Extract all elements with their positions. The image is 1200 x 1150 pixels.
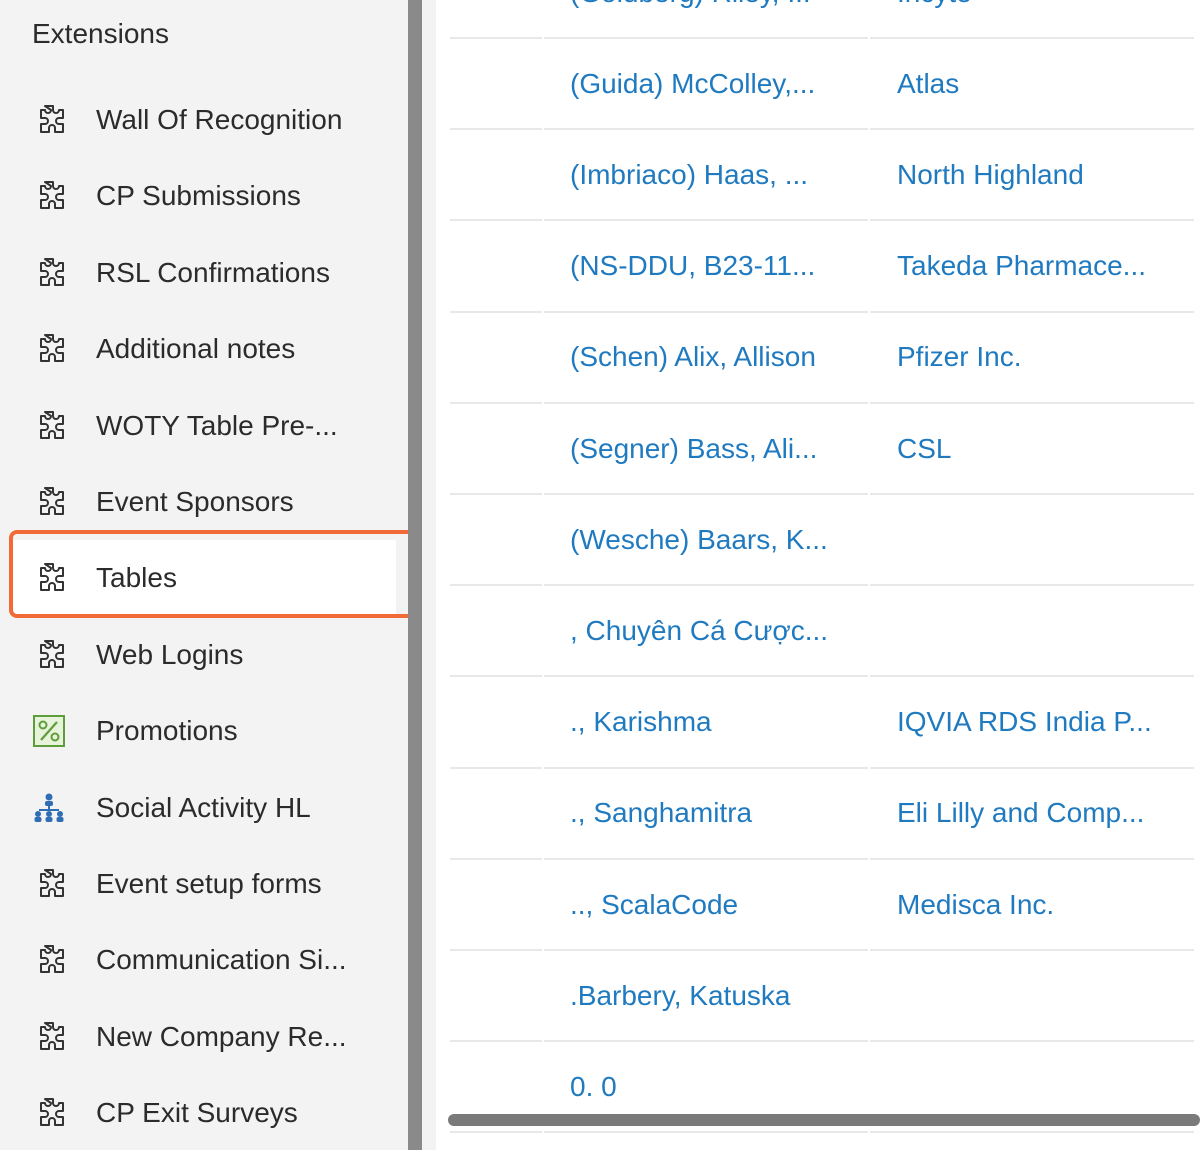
sidebar-item-label: Promotions (96, 715, 238, 747)
company-name-link[interactable]: Eli Lilly and Comp... (897, 769, 1144, 858)
sidebar-item-event-sponsors[interactable]: Event Sponsors (12, 464, 396, 540)
table-row[interactable]: (Goldberg) Riley, ... Incyte (436, 0, 1200, 39)
contact-name-link[interactable]: (Schen) Alix, Allison (570, 313, 816, 402)
sidebar-item-tables[interactable]: Tables (12, 540, 396, 617)
pane-gap (422, 0, 436, 1150)
table-row[interactable]: .., ScalaCode Medisca Inc. (436, 860, 1200, 951)
sidebar-item-wall-of-recognition[interactable]: Wall Of Recognition (12, 82, 396, 158)
sidebar-item-rsl-confirmations[interactable]: RSL Confirmations (12, 235, 396, 311)
sidebar-item-label: Web Logins (96, 638, 244, 670)
puzzle-icon (30, 407, 68, 445)
contact-name-link[interactable]: .Barbery, Katuska (570, 951, 790, 1040)
company-name-link[interactable]: North Highland (897, 130, 1084, 219)
sidebar-item-label: Social Activity HL (96, 791, 311, 823)
sidebar-item-label: RSL Confirmations (96, 256, 330, 288)
sidebar-item-label: Tables (96, 562, 177, 594)
pane-splitter[interactable] (408, 0, 422, 1150)
table-row[interactable]: , Chuyên Cá Cược... (436, 586, 1200, 678)
percent-icon (30, 712, 68, 750)
contact-name-link[interactable]: (Guida) McColley,... (570, 39, 815, 128)
puzzle-icon (30, 254, 68, 292)
sidebar-item-label: Event Sponsors (96, 486, 294, 517)
table-row[interactable]: (Segner) Bass, Ali... CSL (436, 404, 1200, 495)
row-divider (870, 1131, 1194, 1134)
puzzle-icon (30, 483, 68, 521)
sidebar-item-communication-si[interactable]: Communication Si... (12, 922, 396, 998)
table-row[interactable]: (NS-DDU, B23-11... Takeda Pharmace... (436, 222, 1200, 313)
table-row[interactable]: (Wesche) Baars, K... (436, 495, 1200, 587)
company-name-link[interactable]: CSL (897, 404, 951, 493)
puzzle-icon (30, 1094, 68, 1132)
company-name-link[interactable]: Takeda Pharmace... (897, 222, 1146, 311)
company-name-link[interactable]: Pfizer Inc. (897, 313, 1021, 402)
puzzle-icon (30, 101, 68, 139)
contact-name-link[interactable]: , Chuyên Cá Cược... (570, 586, 828, 675)
contact-name-link[interactable]: (Imbriaco) Haas, ... (570, 130, 808, 219)
puzzle-icon (30, 559, 68, 597)
table-row[interactable]: (Guida) McColley,... Atlas (436, 39, 1200, 131)
puzzle-icon (30, 1018, 68, 1056)
company-name-link[interactable]: Incyte (897, 0, 972, 37)
sidebar-item-label: Event setup forms (96, 868, 322, 899)
contact-name-link[interactable]: .., ScalaCode (570, 860, 738, 949)
table-row[interactable]: (Imbriaco) Haas, ... North Highland (436, 130, 1200, 222)
puzzle-icon (30, 941, 68, 979)
puzzle-icon (30, 330, 68, 368)
app-window: Extensions Wall Of Recognition CP Submiss… (0, 0, 1200, 1150)
sidebar-item-woty-table-pre[interactable]: WOTY Table Pre-... (12, 388, 396, 464)
sidebar-item-cp-exit-surveys[interactable]: CP Exit Surveys (12, 1075, 396, 1150)
puzzle-icon (30, 636, 68, 674)
table-row[interactable]: ., Karishma IQVIA RDS India P... (436, 678, 1200, 769)
puzzle-icon (30, 865, 68, 903)
contact-name-link[interactable]: ., Sanghamitra (570, 769, 752, 858)
company-name-link[interactable]: Medisca Inc. (897, 860, 1054, 949)
sidebar-item-cp-submissions[interactable]: CP Submissions (12, 158, 396, 234)
row-divider (450, 1131, 542, 1134)
contact-name-link[interactable]: ., Karishma (570, 678, 712, 767)
sidebar-item-label: Communication Si... (96, 944, 347, 976)
sidebar-item-event-setup-forms[interactable]: Event setup forms (12, 846, 396, 922)
horizontal-scrollbar[interactable] (448, 1114, 1200, 1126)
sidebar-item-new-company-re[interactable]: New Company Re... (12, 999, 396, 1075)
table-row[interactable]: (Schen) Alix, Allison Pfizer Inc. (436, 313, 1200, 404)
contact-name-link[interactable]: (Segner) Bass, Ali... (570, 404, 817, 493)
records-grid: (Goldberg) Riley, ...Incyte(Guida) McCol… (436, 0, 1200, 1150)
sidebar-item-promotions[interactable]: Promotions (12, 693, 396, 769)
org-chart-icon (30, 789, 68, 827)
contact-name-link[interactable]: (Goldberg) Riley, ... (570, 0, 811, 37)
sidebar-title: Extensions (32, 18, 169, 49)
company-name-link[interactable]: IQVIA RDS India P... (897, 678, 1152, 767)
contact-name-link[interactable]: (Wesche) Baars, K... (570, 495, 828, 584)
company-name-link[interactable]: Atlas (897, 39, 959, 128)
sidebar-item-label: CP Submissions (96, 180, 301, 212)
sidebar-item-additional-notes[interactable]: Additional notes (12, 311, 396, 387)
sidebar-item-web-logins[interactable]: Web Logins (12, 617, 396, 693)
table-row[interactable]: .Barbery, Katuska (436, 951, 1200, 1043)
table-row[interactable]: ., Sanghamitra Eli Lilly and Comp... (436, 769, 1200, 860)
extensions-sidebar: Extensions Wall Of Recognition CP Submiss… (0, 0, 408, 1150)
sidebar-item-label: WOTY Table Pre-... (96, 409, 338, 441)
row-divider (544, 1131, 868, 1134)
sidebar-item-label: New Company Re... (96, 1020, 347, 1052)
sidebar-item-label: CP Exit Surveys (96, 1097, 298, 1129)
sidebar-item-label: Wall Of Recognition (96, 104, 343, 135)
sidebar-item-social-activity-hl[interactable]: Social Activity HL (12, 770, 396, 846)
puzzle-icon (30, 177, 68, 215)
contact-name-link[interactable]: (NS-DDU, B23-11... (570, 222, 815, 311)
sidebar-item-label: Additional notes (96, 333, 296, 365)
